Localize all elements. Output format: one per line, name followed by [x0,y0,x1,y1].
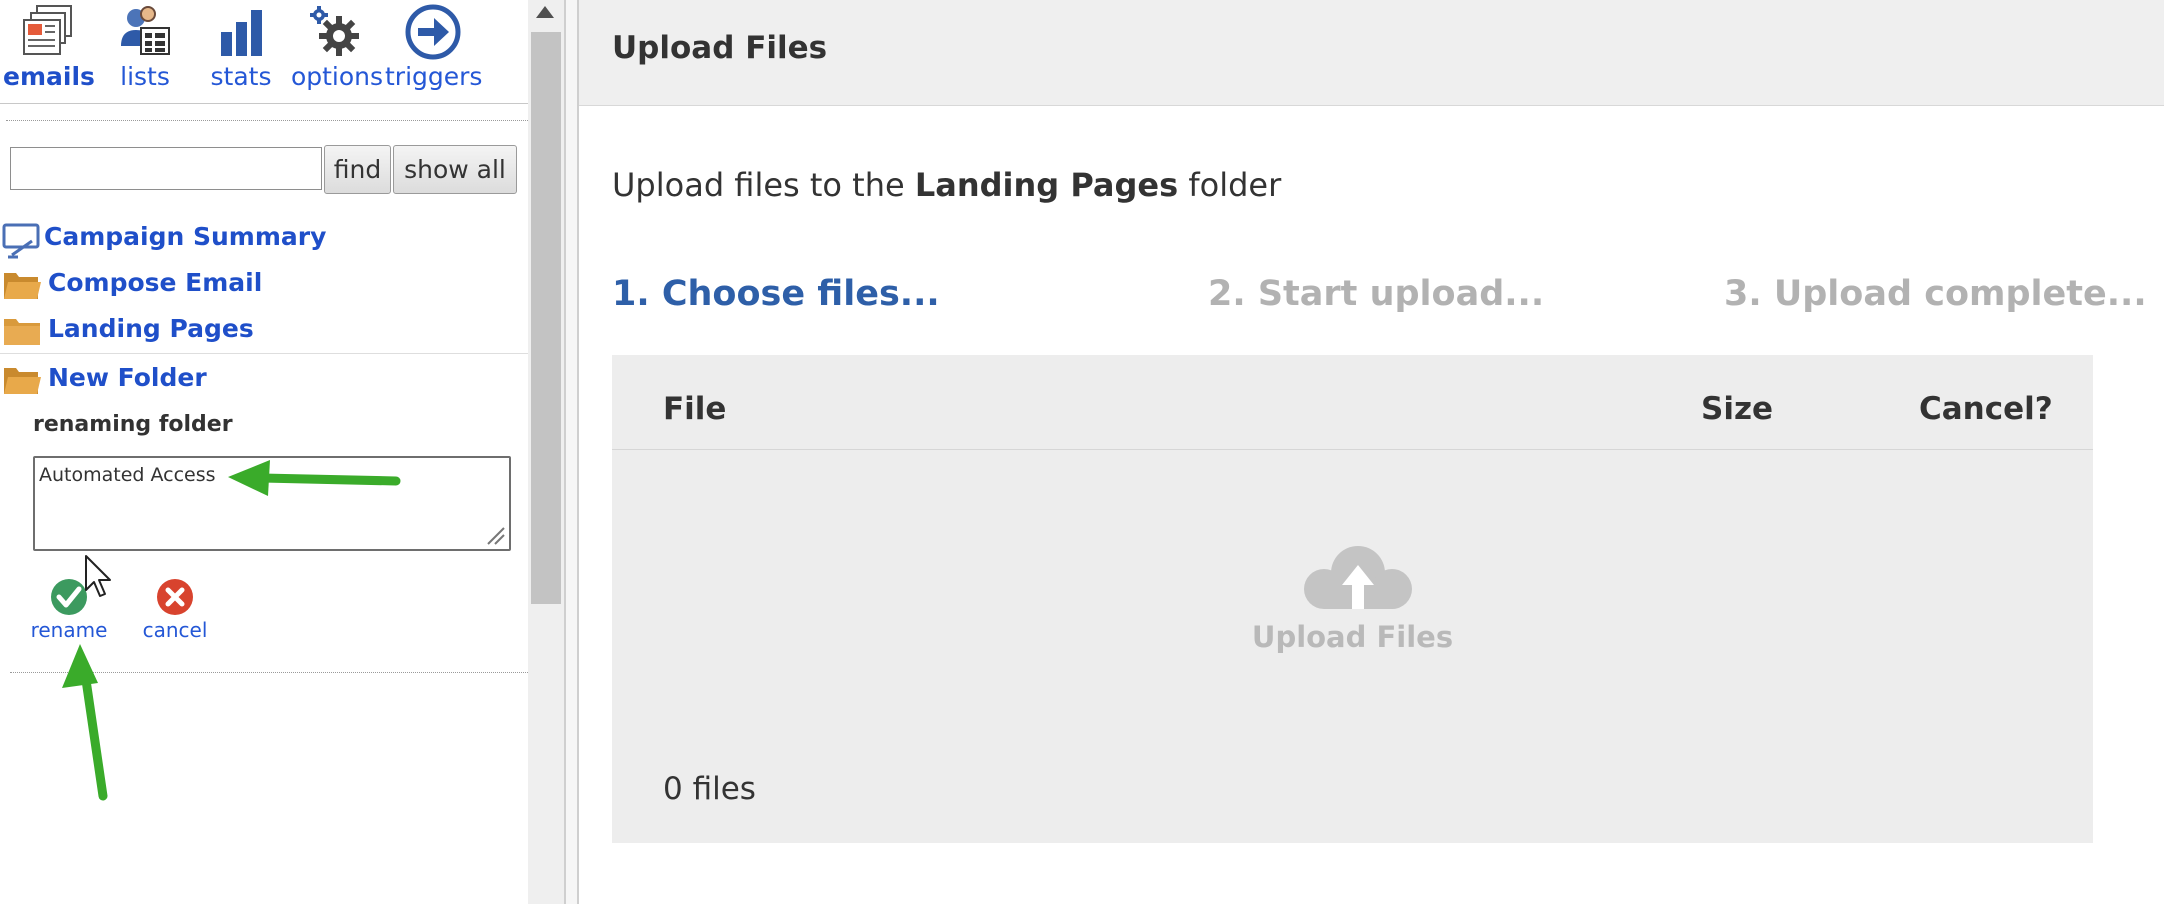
divider [10,672,528,673]
nav-triggers[interactable]: triggers [385,0,483,96]
cloud-upload-icon[interactable] [1298,543,1418,615]
column-header-file: File [663,391,727,427]
divider [612,449,2093,450]
tree-item-compose-email[interactable]: Compose Email [0,264,263,304]
column-header-cancel: Cancel? [1919,391,2053,427]
nav-options[interactable]: options [289,0,385,96]
rename-title: renaming folder [33,412,233,437]
cancel-label: cancel [142,618,208,642]
nav-stats[interactable]: stats [193,0,289,96]
tree-item-landing-pages[interactable]: Landing Pages [0,310,254,350]
resize-grip-icon[interactable] [484,524,506,546]
column-header-size: Size [1701,391,1774,427]
scroll-thumb[interactable] [531,32,561,604]
file-count: 0 files [663,771,756,807]
tree-item-label: Campaign Summary [44,222,327,251]
step-choose-files[interactable]: 1. Choose files... [612,274,940,314]
divider [6,120,528,121]
folder-icon [4,319,40,345]
rename-input[interactable]: Automated Access [33,456,511,551]
close-icon [157,579,193,615]
upload-intro: Upload files to the Landing Pages folder [612,166,1281,204]
emails-icon [23,5,72,55]
upload-files-label[interactable]: Upload Files [612,620,2093,654]
intro-prefix: Upload files to the [612,166,905,204]
step-start-upload: 2. Start upload... [1208,274,1545,314]
nav-emails[interactable]: emails [1,0,97,96]
tree-item-campaign-summary[interactable]: Campaign Summary [0,218,326,259]
lists-icon [121,6,170,55]
intro-folder-name: Landing Pages [914,166,1179,204]
nav-lists-label: lists [120,62,170,91]
nav-options-label: options [290,62,384,91]
checkmark-icon [51,579,87,615]
page-title: Upload Files [612,30,828,66]
cancel-button[interactable]: cancel [125,578,225,644]
find-button[interactable]: find [324,145,391,194]
divider [0,353,528,354]
left-panel: emails lists stats options triggers find… [0,0,528,904]
tree-item-label: Compose Email [48,268,263,297]
stats-icon [221,10,262,56]
nav-triggers-label: triggers [385,62,483,91]
nav-emails-label: emails [3,62,95,91]
search-input[interactable] [10,147,322,190]
scroll-up-arrow-icon[interactable] [536,6,554,18]
triggers-arrow-icon [405,4,461,60]
step-upload-complete: 3. Upload complete... [1724,274,2147,314]
campaign-summary-icon [2,223,40,259]
show-all-button[interactable]: show all [393,145,517,194]
left-scrollbar[interactable] [528,0,564,904]
intro-suffix: folder [1188,166,1282,204]
nav-stats-label: stats [210,62,272,91]
rename-button[interactable]: rename [19,578,119,644]
main-panel: Upload Files Upload files to the Landing… [579,0,2164,904]
nav-lists[interactable]: lists [97,0,193,96]
tree-item-label: Landing Pages [48,314,254,343]
panel-splitter[interactable] [564,0,579,904]
folder-open-icon [4,273,41,299]
tree-item-new-folder[interactable]: New Folder [0,359,220,399]
folder-open-icon [4,368,41,394]
tree-item-label: New Folder [48,363,207,392]
main-header: Upload Files [579,0,2164,106]
rename-label: rename [30,618,108,642]
options-gear-icon [310,6,359,56]
upload-dropzone[interactable]: File Size Cancel? Upload Files 0 files [612,355,2093,843]
top-nav: emails lists stats options triggers [0,0,528,104]
